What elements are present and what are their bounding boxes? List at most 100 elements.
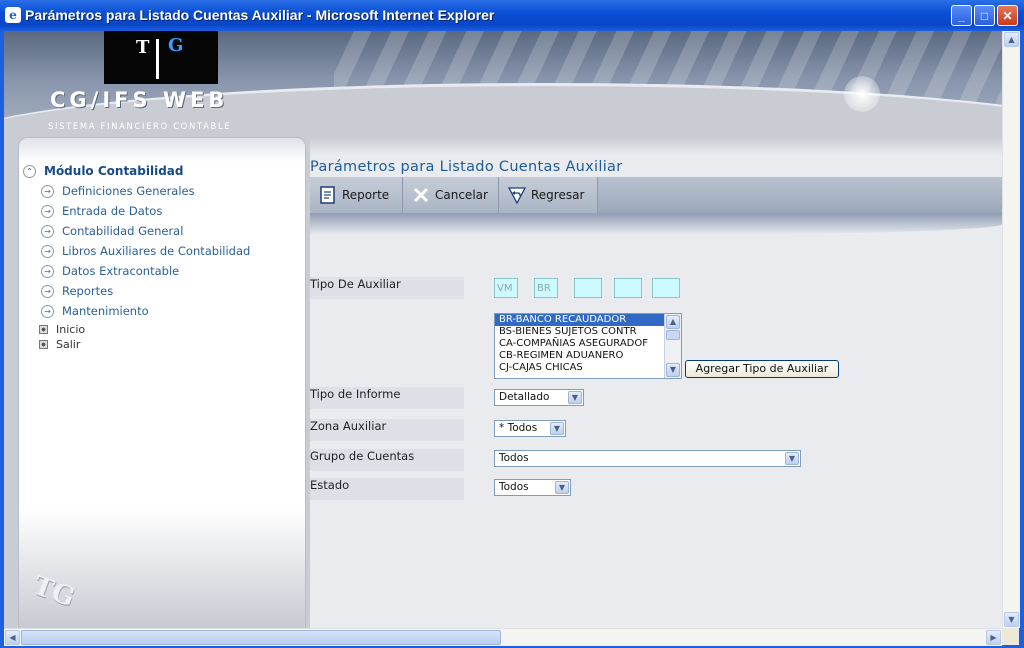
window-titlebar: e Parámetros para Listado Cuentas Auxili… bbox=[0, 0, 1024, 31]
sidebar-item-datos-extracontable[interactable]: → Datos Extracontable bbox=[41, 264, 179, 278]
arrow-right-icon: → bbox=[41, 244, 54, 258]
tipo-informe-select[interactable]: Detallado ▼ bbox=[494, 389, 584, 406]
zona-auxiliar-label: Zona Auxiliar bbox=[310, 419, 464, 441]
chevron-down-icon: ▼ bbox=[555, 481, 569, 494]
sidebar-link-salir[interactable]: Salir bbox=[39, 338, 80, 351]
report-button-label: Reporte bbox=[342, 188, 390, 202]
list-item[interactable]: CB-REGIMEN ADUANERO bbox=[495, 350, 681, 362]
content-top-swoosh bbox=[310, 137, 1002, 155]
listbox-scrollbar[interactable]: ▲ ▼ bbox=[664, 314, 681, 378]
list-item[interactable]: BR-BANCO RECAUDADOR bbox=[495, 314, 681, 326]
aux-code-field-5[interactable] bbox=[652, 278, 680, 298]
header-banner: T G CG/IFS WEB SISTEMA FINANCIERO CONTAB… bbox=[4, 31, 1002, 137]
window-vertical-scrollbar[interactable]: ▲ ▼ bbox=[1002, 31, 1020, 628]
scroll-thumb[interactable] bbox=[666, 330, 680, 340]
arrow-right-icon: → bbox=[41, 224, 54, 238]
sidebar-item-libros-auxiliares[interactable]: → Libros Auxiliares de Contabilidad bbox=[41, 244, 250, 258]
back-arrow-icon bbox=[507, 187, 527, 205]
maximize-button[interactable]: □ bbox=[974, 5, 995, 26]
chevron-down-icon: ▼ bbox=[568, 391, 582, 404]
sidebar: ⌃ Módulo Contabilidad → Definiciones Gen… bbox=[18, 137, 306, 628]
grupo-cuentas-select[interactable]: Todos ▼ bbox=[494, 450, 801, 467]
sidebar-item-label: Mantenimiento bbox=[62, 304, 149, 318]
company-logo: T G bbox=[104, 31, 218, 84]
aux-code-field-4[interactable] bbox=[614, 278, 642, 298]
scroll-left-icon[interactable]: ◀ bbox=[5, 630, 20, 645]
cancel-x-icon bbox=[413, 187, 429, 203]
back-button[interactable]: Regresar bbox=[499, 177, 598, 213]
scroll-up-icon[interactable]: ▲ bbox=[666, 315, 680, 329]
arrow-right-icon: → bbox=[41, 184, 54, 198]
sidebar-link-label: Salir bbox=[56, 338, 81, 351]
sidebar-link-inicio[interactable]: Inicio bbox=[39, 323, 85, 336]
app-name: CG/IFS WEB bbox=[50, 88, 229, 112]
page-title: Parámetros para Listado Cuentas Auxiliar bbox=[310, 159, 623, 175]
aux-code-field-2[interactable]: BR bbox=[534, 278, 558, 298]
scroll-down-icon[interactable]: ▼ bbox=[666, 363, 680, 377]
chevron-down-icon: ▼ bbox=[785, 452, 799, 465]
back-button-label: Regresar bbox=[531, 188, 585, 202]
report-button[interactable]: Reporte bbox=[310, 177, 403, 213]
add-aux-type-button[interactable]: Agregar Tipo de Auxiliar bbox=[685, 360, 839, 378]
list-item[interactable]: BS-BIENES SUJETOS CONTR bbox=[495, 326, 681, 338]
tipo-informe-value: Detallado bbox=[499, 391, 550, 403]
sidebar-item-contabilidad-general[interactable]: → Contabilidad General bbox=[41, 224, 183, 238]
sidebar-top-gradient bbox=[19, 138, 305, 162]
list-item[interactable]: CA-COMPAÑIAS ASEGURADOF bbox=[495, 338, 681, 350]
app-subtitle: SISTEMA FINANCIERO CONTABLE bbox=[48, 122, 232, 132]
sidebar-item-label: Libros Auxiliares de Contabilidad bbox=[62, 244, 251, 258]
aux-type-listbox[interactable]: BR-BANCO RECAUDADOR BS-BIENES SUJETOS CO… bbox=[494, 313, 682, 379]
window-horizontal-scrollbar[interactable]: ◀ ▶ bbox=[4, 628, 1002, 646]
sidebar-item-entrada-de-datos[interactable]: → Entrada de Datos bbox=[41, 204, 162, 218]
main-content: Parámetros para Listado Cuentas Auxiliar… bbox=[310, 137, 1002, 628]
scroll-down-icon[interactable]: ▼ bbox=[1004, 612, 1019, 627]
logo-letter-g: G bbox=[168, 35, 184, 56]
sidebar-module-header[interactable]: ⌃ Módulo Contabilidad bbox=[23, 164, 184, 178]
window-title: Parámetros para Listado Cuentas Auxiliar… bbox=[25, 7, 495, 23]
banner-glow bbox=[844, 76, 880, 112]
sidebar-item-label: Datos Extracontable bbox=[62, 264, 180, 278]
collapse-up-icon[interactable]: ⌃ bbox=[23, 164, 36, 178]
sidebar-item-reportes[interactable]: → Reportes bbox=[41, 284, 113, 298]
sidebar-link-label: Inicio bbox=[56, 323, 86, 336]
tipo-auxiliar-label: Tipo De Auxiliar bbox=[310, 277, 464, 299]
sidebar-item-definiciones-generales[interactable]: → Definiciones Generales bbox=[41, 184, 195, 198]
grupo-cuentas-label: Grupo de Cuentas bbox=[310, 449, 464, 471]
browser-viewport: T G CG/IFS WEB SISTEMA FINANCIERO CONTAB… bbox=[4, 31, 1002, 628]
arrow-right-icon: → bbox=[41, 284, 54, 298]
grupo-cuentas-value: Todos bbox=[499, 452, 529, 464]
scroll-right-icon[interactable]: ▶ bbox=[986, 630, 1001, 645]
arrow-right-icon: → bbox=[41, 304, 54, 318]
module-header-label: Módulo Contabilidad bbox=[44, 164, 184, 178]
logo-letter-t: T bbox=[136, 37, 150, 58]
bullet-icon bbox=[39, 340, 48, 349]
action-toolbar: Reporte Cancelar Regresar bbox=[310, 177, 1002, 235]
sidebar-item-label: Contabilidad General bbox=[62, 224, 184, 238]
zona-auxiliar-value: * Todos bbox=[499, 422, 538, 434]
minimize-button[interactable]: _ bbox=[951, 5, 972, 26]
sidebar-item-label: Reportes bbox=[62, 284, 114, 298]
logo-divider bbox=[156, 39, 159, 79]
estado-value: Todos bbox=[499, 481, 529, 493]
cancel-button-label: Cancelar bbox=[435, 188, 488, 202]
horizontal-scroll-thumb[interactable] bbox=[21, 630, 501, 645]
list-item[interactable]: CJ-CAJAS CHICAS bbox=[495, 362, 681, 374]
internet-explorer-icon: e bbox=[5, 7, 21, 23]
arrow-right-icon: → bbox=[41, 264, 54, 278]
scroll-up-icon[interactable]: ▲ bbox=[1004, 32, 1019, 47]
estado-label: Estado bbox=[310, 478, 464, 500]
scrollbar-corner bbox=[1002, 628, 1019, 645]
bullet-icon bbox=[39, 325, 48, 334]
chevron-down-icon: ▼ bbox=[550, 422, 564, 435]
sidebar-item-mantenimiento[interactable]: → Mantenimiento bbox=[41, 304, 149, 318]
estado-select[interactable]: Todos ▼ bbox=[494, 479, 571, 496]
sidebar-item-label: Entrada de Datos bbox=[62, 204, 163, 218]
arrow-right-icon: → bbox=[41, 204, 54, 218]
cancel-button[interactable]: Cancelar bbox=[403, 177, 499, 213]
aux-code-field-3[interactable] bbox=[574, 278, 602, 298]
zona-auxiliar-select[interactable]: * Todos ▼ bbox=[494, 420, 566, 437]
close-button[interactable]: ✕ bbox=[997, 5, 1018, 26]
report-icon bbox=[320, 186, 335, 204]
aux-code-field-1[interactable]: VM bbox=[494, 278, 518, 298]
tipo-informe-label: Tipo de Informe bbox=[310, 387, 464, 409]
